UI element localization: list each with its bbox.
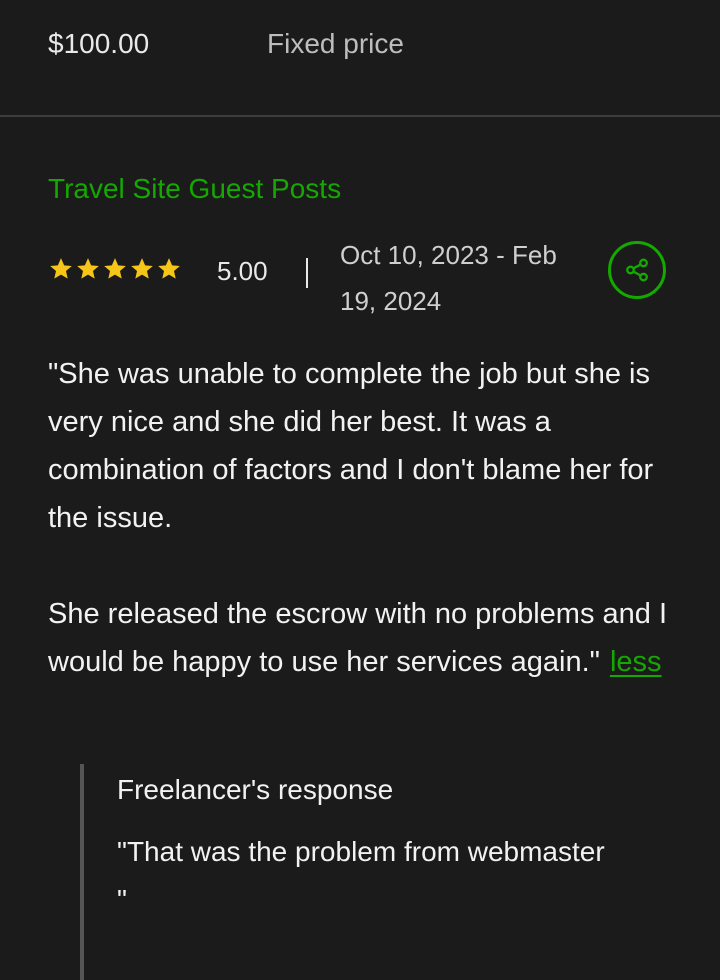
- star-icon: [158, 258, 180, 279]
- rating-separator: [306, 258, 308, 288]
- price-type: Fixed price: [267, 28, 404, 59]
- star-icon: [77, 258, 99, 279]
- response-text: "That was the problem from webmaster ": [117, 836, 605, 915]
- share-button[interactable]: [608, 241, 666, 299]
- star-icon: [104, 258, 126, 279]
- review-paragraph: She released the escrow with no problems…: [48, 590, 678, 686]
- contract-price-row: $100.00 Fixed price: [48, 24, 672, 64]
- section-divider: [0, 115, 720, 117]
- job-title-link[interactable]: Travel Site Guest Posts: [48, 170, 341, 208]
- review-text: "She was unable to complete the job but …: [48, 350, 678, 686]
- star-icon: [50, 258, 72, 279]
- contract-date-range: Oct 10, 2023 - Feb 19, 2024: [340, 240, 557, 316]
- star-icon: [131, 258, 153, 279]
- response-heading: Freelancer's response: [117, 774, 394, 805]
- review-paragraph-text: She released the escrow with no problems…: [48, 598, 668, 678]
- rating-value: 5.00: [217, 256, 268, 286]
- share-icon: [626, 258, 648, 282]
- freelancer-response: Freelancer's response "That was the prob…: [80, 764, 640, 980]
- rating-row: 5.00 Oct 10, 2023 - Feb 19, 2024: [48, 232, 672, 316]
- review-paragraph: "She was unable to complete the job but …: [48, 358, 654, 534]
- less-link[interactable]: less: [610, 646, 662, 678]
- price-amount: $100.00: [48, 28, 150, 59]
- star-rating: [48, 256, 182, 286]
